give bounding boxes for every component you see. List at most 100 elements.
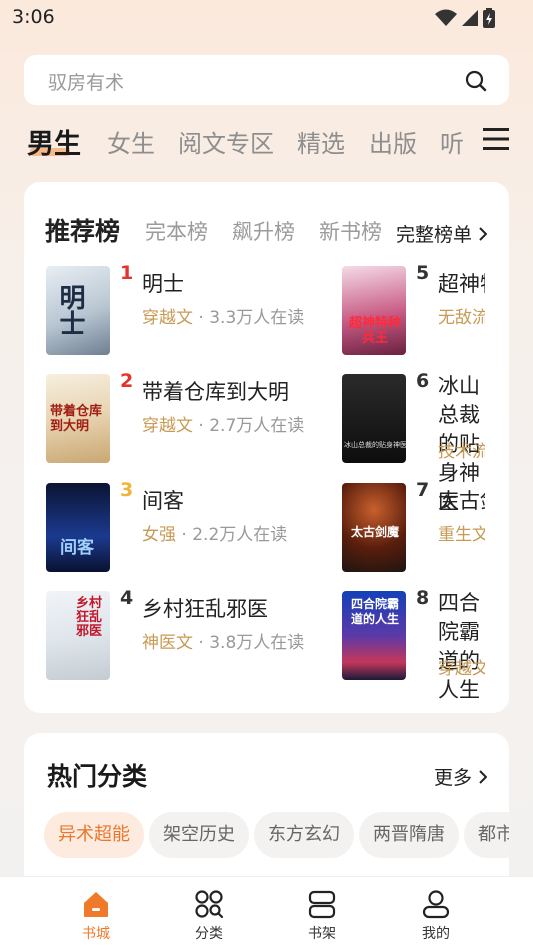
book-item[interactable]: 四合院霸道的人生 8 四合院霸道的人生 穿越文 xyxy=(342,587,485,702)
book-title: 太古剑魔 xyxy=(438,489,485,513)
nav-bookshelf[interactable]: 书架 xyxy=(277,877,367,949)
book-meta: 神医文 · 3.8万人在读 xyxy=(142,633,305,653)
status-time: 3:06 xyxy=(12,6,55,28)
status-icons xyxy=(435,8,495,28)
nav-label: 书城 xyxy=(82,926,110,942)
book-item[interactable]: 乡村狂乱邪医 4 乡村狂乱邪医 神医文 · 3.8万人在读 xyxy=(46,587,336,683)
book-tag: 穿越文 xyxy=(142,308,193,328)
tab-publishing[interactable]: 出版 xyxy=(369,124,417,159)
ranking-card: 推荐榜 完本榜 飙升榜 新书榜 完整榜单 明士 1 明士 穿越文 · 3.3万人… xyxy=(24,182,509,713)
book-tag: 神医文 xyxy=(142,633,193,653)
section-title: 热门分类 xyxy=(47,762,148,791)
book-cover: 四合院霸道的人生 xyxy=(342,591,406,680)
rank-number: 3 xyxy=(120,479,134,501)
chip-jin-sui-tang[interactable]: 两晋隋唐 xyxy=(359,812,459,858)
category-chips: 异术超能 架空历史 东方玄幻 两晋隋唐 都市 xyxy=(44,812,509,862)
book-item[interactable]: 超神特种兵王 5 超神特种兵王 无敌流 xyxy=(342,262,485,358)
tab-yuewen-zone[interactable]: 阅文专区 xyxy=(178,124,274,159)
book-tag: 穿越文 xyxy=(142,416,193,436)
book-readers: 2.2万人在读 xyxy=(192,525,288,545)
book-meta: 重生文 xyxy=(438,520,485,545)
wifi-icon xyxy=(435,9,457,26)
book-cover: 明士 xyxy=(46,266,110,355)
book-title: 四合院霸道的人生 xyxy=(438,591,480,702)
rank-number: 7 xyxy=(416,479,430,501)
nav-label: 书架 xyxy=(308,926,336,942)
book-title: 超神特种兵王 xyxy=(438,272,485,296)
rank-number: 5 xyxy=(416,262,430,284)
cover-title: 超神特种兵王 xyxy=(348,316,401,346)
category-grid-icon xyxy=(195,890,224,919)
book-cover: 带着仓库到大明 xyxy=(46,374,110,463)
rank-number: 2 xyxy=(120,370,134,392)
chip-eastern-fantasy[interactable]: 东方玄幻 xyxy=(254,812,354,858)
bottom-nav: 书城 分类 书架 我的 xyxy=(0,876,533,949)
book-item[interactable]: 间客 3 间客 女强 · 2.2万人在读 xyxy=(46,479,336,575)
ranking-list: 明士 1 明士 穿越文 · 3.3万人在读 带着仓库到大明 2 带着仓库到大明 … xyxy=(24,182,485,713)
user-icon xyxy=(422,890,450,919)
book-tag: 技术流 xyxy=(438,442,485,462)
cover-title: 四合院霸道的人生 xyxy=(350,597,399,626)
book-tag: 重生文 xyxy=(438,525,485,545)
tab-male[interactable]: 男生 xyxy=(27,122,81,160)
cover-title: 冰山总裁的贴身神医 xyxy=(344,441,406,449)
more-label: 更多 xyxy=(433,767,472,789)
book-cover: 超神特种兵王 xyxy=(342,266,406,355)
nav-label: 分类 xyxy=(195,926,223,942)
chip-alt-history[interactable]: 架空历史 xyxy=(149,812,249,858)
cover-title: 间客 xyxy=(60,538,94,558)
book-meta: 穿越文 · 2.7万人在读 xyxy=(142,416,305,436)
book-item[interactable]: 带着仓库到大明 2 带着仓库到大明 穿越文 · 2.7万人在读 xyxy=(46,370,336,466)
more-link[interactable]: 更多 xyxy=(434,763,487,790)
book-title: 乡村狂乱邪医 xyxy=(142,597,268,621)
cover-title: 明士 xyxy=(55,284,85,336)
search-placeholder: 驭房有术 xyxy=(48,72,125,94)
bookshelf-icon xyxy=(308,890,336,919)
book-item[interactable]: 明士 1 明士 穿越文 · 3.3万人在读 xyxy=(46,262,336,358)
rank-number: 1 xyxy=(120,262,134,284)
tab-audio[interactable]: 听 xyxy=(440,124,464,159)
chip-supernatural[interactable]: 异术超能 xyxy=(44,812,144,858)
nav-bookstore[interactable]: 书城 xyxy=(51,877,141,949)
nav-label: 我的 xyxy=(422,926,450,942)
book-title: 间客 xyxy=(142,489,184,513)
battery-icon xyxy=(483,8,495,28)
cover-title: 带着仓库到大明 xyxy=(50,404,103,434)
tab-featured[interactable]: 精选 xyxy=(297,124,345,159)
book-title: 带着仓库到大明 xyxy=(142,380,289,404)
chip-urban[interactable]: 都市 xyxy=(464,812,509,858)
chevron-right-icon xyxy=(479,769,487,784)
book-meta: 无敌流 xyxy=(438,303,485,328)
book-meta: 穿越文 xyxy=(438,654,485,679)
book-readers: 2.7万人在读 xyxy=(209,416,305,436)
cover-title: 乡村狂乱邪医 xyxy=(76,596,103,639)
book-readers: 3.3万人在读 xyxy=(209,308,305,328)
nav-category[interactable]: 分类 xyxy=(164,877,254,949)
book-meta: 女强 · 2.2万人在读 xyxy=(142,525,288,545)
book-item[interactable]: 冰山总裁的贴身神医 6 冰山总裁的贴身神医 技术流 xyxy=(342,370,485,514)
tab-female[interactable]: 女生 xyxy=(107,124,155,159)
book-tag: 女强 xyxy=(142,525,176,545)
book-readers: 3.8万人在读 xyxy=(209,633,305,653)
rank-number: 6 xyxy=(416,370,430,392)
book-tag: 无敌流 xyxy=(438,308,485,328)
book-cover: 间客 xyxy=(46,483,110,572)
book-item[interactable]: 太古剑魔 7 太古剑魔 重生文 xyxy=(342,479,485,575)
book-cover: 冰山总裁的贴身神医 xyxy=(342,374,406,463)
search-bar[interactable]: 驭房有术 xyxy=(24,55,509,105)
signal-icon xyxy=(462,10,478,26)
book-meta: 技术流 xyxy=(438,437,485,462)
search-icon[interactable] xyxy=(465,70,487,92)
home-icon xyxy=(84,892,108,917)
rank-number: 4 xyxy=(120,587,134,609)
book-cover: 太古剑魔 xyxy=(342,483,406,572)
cover-title: 太古剑魔 xyxy=(350,525,399,539)
book-cover: 乡村狂乱邪医 xyxy=(46,591,110,680)
rank-number: 8 xyxy=(416,587,430,609)
menu-icon[interactable] xyxy=(483,127,509,151)
book-title: 明士 xyxy=(142,272,184,296)
channel-tabs: 男生 女生 阅文专区 精选 出版 听 xyxy=(0,120,470,160)
book-tag: 穿越文 xyxy=(438,659,485,679)
nav-profile[interactable]: 我的 xyxy=(391,877,481,949)
book-meta: 穿越文 · 3.3万人在读 xyxy=(142,308,305,328)
